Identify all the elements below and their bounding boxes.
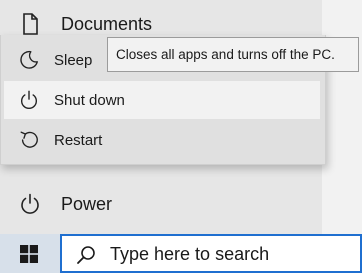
search-icon	[77, 246, 95, 264]
documents-label: Documents	[61, 13, 153, 34]
taskbar-search-box[interactable]: Type here to search	[60, 234, 362, 273]
sleep-icon	[20, 50, 38, 69]
restart-option[interactable]: Restart	[4, 121, 320, 159]
taskbar: Type here to search	[0, 234, 362, 273]
power-icon	[21, 193, 39, 214]
power-label: Power	[61, 193, 113, 214]
start-menu-right-pane	[322, 0, 362, 234]
start-button[interactable]	[0, 234, 60, 273]
search-placeholder: Type here to search	[110, 244, 270, 264]
restart-label: Restart	[54, 131, 103, 149]
windows-logo-icon	[20, 245, 38, 263]
restart-icon	[20, 131, 38, 148]
shut-down-tooltip: Closes all apps and turns off the PC.	[107, 37, 359, 72]
power-menu-item[interactable]: Power	[0, 182, 322, 226]
shut-down-option[interactable]: Shut down	[4, 81, 320, 119]
document-icon	[23, 13, 38, 35]
sleep-label: Sleep	[54, 51, 93, 69]
power-icon	[21, 90, 37, 109]
shut-down-label: Shut down	[54, 91, 125, 109]
